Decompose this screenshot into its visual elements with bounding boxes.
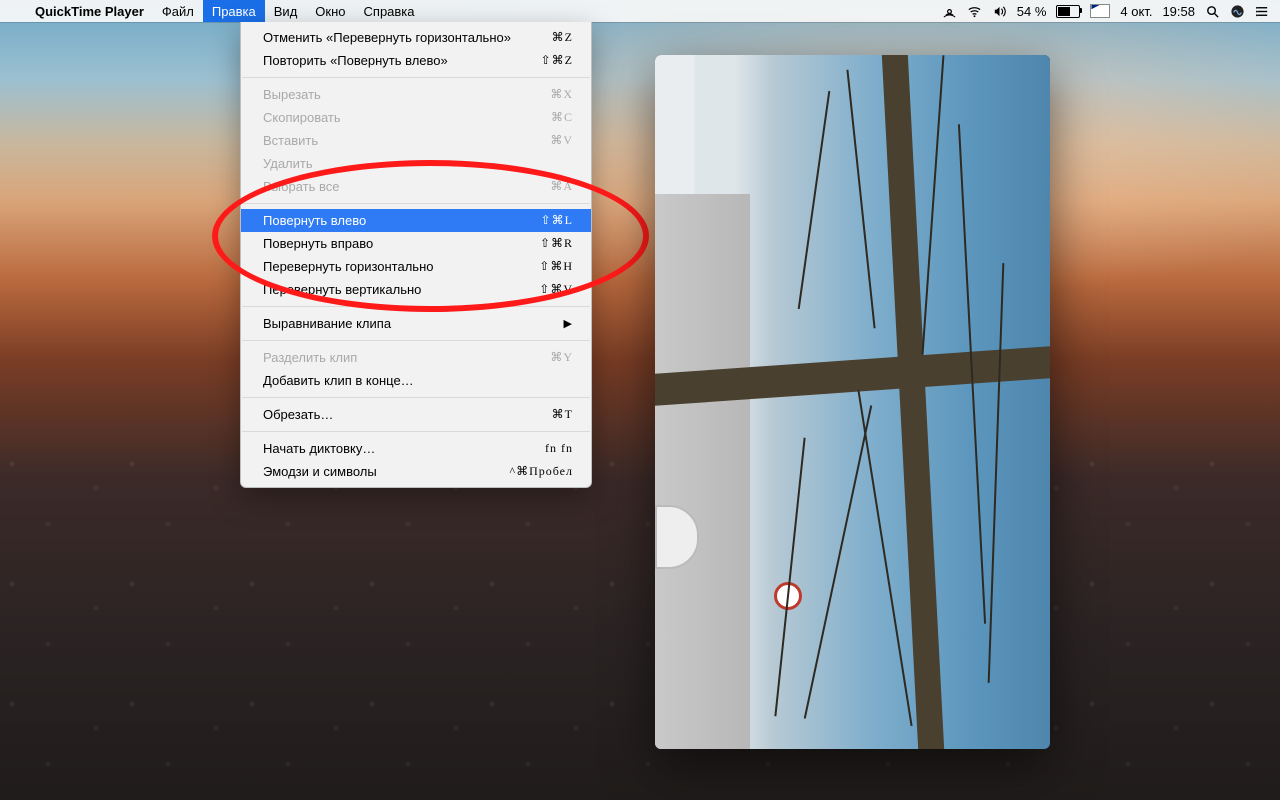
menu-item-label: Выравнивание клипа <box>263 316 391 331</box>
menu-item-shortcut: ⇧⌘L <box>541 213 573 228</box>
menu-item-shortcut: ^⌘Пробел <box>509 464 573 479</box>
menu-item-label: Разделить клип <box>263 350 357 365</box>
airdrop-icon[interactable] <box>942 4 957 19</box>
menu-item-label: Повторить «Повернуть влево» <box>263 53 448 68</box>
menu-item-shortcut: ⇧⌘R <box>540 236 573 251</box>
menu-item[interactable]: Повернуть влево ⇧⌘L <box>241 209 591 232</box>
menu-item-shortcut: ⌘T <box>552 407 573 422</box>
menu-item-label: Скопировать <box>263 110 341 125</box>
menu-item-label: Удалить <box>263 156 313 171</box>
menu-item-label: Добавить клип в конце… <box>263 373 414 388</box>
menu-item-label: Выбрать все <box>263 179 339 194</box>
menu-separator <box>242 340 590 341</box>
menu-separator <box>242 306 590 307</box>
menu-item-shortcut: fn fn <box>545 441 573 456</box>
menu-item: Удалить <box>241 152 591 175</box>
menu-item-label: Эмодзи и символы <box>263 464 377 479</box>
menu-item-shortcut: ⌘X <box>550 87 573 102</box>
menubar-time[interactable]: 19:58 <box>1162 4 1195 19</box>
menu-item[interactable]: Отменить «Перевернуть горизонтально» ⌘Z <box>241 26 591 49</box>
apple-menu-icon[interactable] <box>8 0 26 22</box>
menu-item: Скопировать ⌘C <box>241 106 591 129</box>
edit-menu-dropdown: Отменить «Перевернуть горизонтально» ⌘Z По… <box>240 22 592 488</box>
battery-percent: 54 % <box>1017 4 1047 19</box>
menu-item-label: Вырезать <box>263 87 321 102</box>
input-source-flag-icon[interactable] <box>1090 4 1110 18</box>
menu-item[interactable]: Перевернуть вертикально ⇧⌘V <box>241 278 591 301</box>
menu-item-label: Повернуть влево <box>263 213 366 228</box>
battery-icon[interactable] <box>1056 5 1080 18</box>
siri-icon[interactable] <box>1230 4 1245 19</box>
wifi-icon[interactable] <box>967 4 982 19</box>
menu-item[interactable]: Повернуть вправо ⇧⌘R <box>241 232 591 255</box>
menu-item[interactable]: Выравнивание клипа ▶ <box>241 312 591 335</box>
menu-separator <box>242 203 590 204</box>
video-player-window[interactable] <box>655 55 1050 749</box>
menu-window[interactable]: Окно <box>306 0 354 22</box>
menu-item: Вырезать ⌘X <box>241 83 591 106</box>
menu-item-label: Перевернуть горизонтально <box>263 259 433 274</box>
menu-item[interactable]: Добавить клип в конце… <box>241 369 591 392</box>
menu-item-shortcut: ⌘V <box>550 133 573 148</box>
menu-separator <box>242 77 590 78</box>
menu-item[interactable]: Обрезать… ⌘T <box>241 403 591 426</box>
menu-item-label: Отменить «Перевернуть горизонтально» <box>263 30 511 45</box>
notification-center-icon[interactable] <box>1255 4 1270 19</box>
menu-file[interactable]: Файл <box>153 0 203 22</box>
menu-item-shortcut: ⇧⌘V <box>539 282 573 297</box>
menu-item-label: Начать диктовку… <box>263 441 375 456</box>
menu-item-label: Перевернуть вертикально <box>263 282 421 297</box>
app-name[interactable]: QuickTime Player <box>26 0 153 22</box>
menu-item: Вставить ⌘V <box>241 129 591 152</box>
menu-item-shortcut: ⇧⌘H <box>539 259 573 274</box>
menu-item-shortcut: ⌘Z <box>552 30 573 45</box>
menu-item[interactable]: Повторить «Повернуть влево» ⇧⌘Z <box>241 49 591 72</box>
menu-item: Разделить клип ⌘Y <box>241 346 591 369</box>
spotlight-search-icon[interactable] <box>1205 4 1220 19</box>
menu-separator <box>242 397 590 398</box>
video-content <box>655 194 750 749</box>
menu-item-label: Повернуть вправо <box>263 236 373 251</box>
menu-item-label: Вставить <box>263 133 318 148</box>
menubar: QuickTime Player Файл Правка Вид Окно Сп… <box>0 0 1280 22</box>
menu-item-shortcut: ⇧⌘Z <box>541 53 573 68</box>
submenu-arrow-icon: ▶ <box>564 317 573 330</box>
video-frame <box>655 55 1050 749</box>
menu-edit[interactable]: Правка <box>203 0 265 22</box>
menu-item-label: Обрезать… <box>263 407 333 422</box>
menubar-date[interactable]: 4 окт. <box>1120 4 1152 19</box>
menu-item[interactable]: Начать диктовку… fn fn <box>241 437 591 460</box>
menu-item[interactable]: Перевернуть горизонтально ⇧⌘H <box>241 255 591 278</box>
menu-item-shortcut: ⌘A <box>550 179 573 194</box>
desktop-wallpaper <box>0 0 1280 800</box>
menu-item[interactable]: Эмодзи и символы ^⌘Пробел <box>241 460 591 483</box>
menu-separator <box>242 431 590 432</box>
menu-item-shortcut: ⌘C <box>551 110 573 125</box>
volume-icon[interactable] <box>992 4 1007 19</box>
menu-item-shortcut: ⌘Y <box>550 350 573 365</box>
menu-help[interactable]: Справка <box>355 0 424 22</box>
menu-view[interactable]: Вид <box>265 0 307 22</box>
menu-item: Выбрать все ⌘A <box>241 175 591 198</box>
